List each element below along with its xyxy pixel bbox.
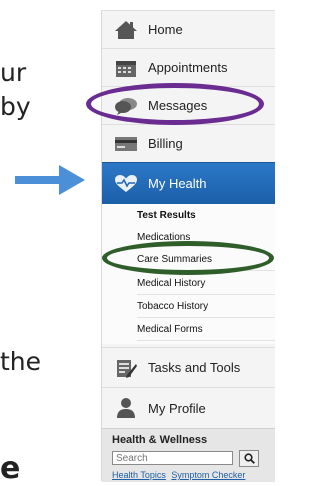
menu-item-label: My Profile: [148, 400, 206, 416]
link-symptom-checker[interactable]: Symptom Checker: [171, 470, 245, 480]
menu-item-tasks-and-tools[interactable]: Tasks and Tools: [102, 347, 275, 387]
menu-item-label: Appointments: [148, 60, 228, 75]
menu-item-label: Billing: [148, 136, 183, 151]
menu-item-label: Tasks and Tools: [148, 360, 241, 375]
menu-item-label: My Health: [148, 176, 207, 191]
pointer-arrow-icon: [15, 165, 85, 195]
menu-item-billing[interactable]: Billing: [102, 124, 275, 162]
clipboard-pen-icon: [112, 357, 140, 379]
tutorial-text-fragment: by: [0, 92, 31, 121]
menu-item-label: Messages: [148, 98, 208, 113]
submenu-item-medical-history[interactable]: Medical History: [137, 272, 275, 295]
tutorial-text-fragment: ur: [0, 58, 27, 87]
menu-item-my-profile[interactable]: My Profile: [102, 387, 275, 428]
health-links: Health Topics Symptom Checker: [112, 470, 248, 480]
health-search-input[interactable]: [112, 451, 233, 465]
sidebar-menu: Home Appointments Messages Billing My He…: [101, 10, 275, 482]
menu-item-label: Home: [148, 22, 183, 37]
health-wellness-panel: Health & Wellness Health Topics Symptom …: [102, 428, 275, 482]
health-wellness-title: Health & Wellness: [112, 434, 208, 446]
tutorial-text-fragment: e: [0, 451, 21, 486]
submenu-item-test-results[interactable]: Test Results: [137, 204, 275, 227]
calendar-icon: [112, 57, 140, 79]
credit-card-icon: [112, 133, 140, 155]
submenu-item-care-summaries[interactable]: Care Summaries: [137, 248, 275, 271]
menu-item-appointments[interactable]: Appointments: [102, 48, 275, 86]
menu-item-home[interactable]: Home: [102, 10, 275, 48]
home-icon: [112, 19, 140, 41]
person-icon: [112, 397, 140, 419]
link-health-topics[interactable]: Health Topics: [112, 470, 166, 480]
submenu-item-medications[interactable]: Medications: [137, 226, 275, 249]
search-button[interactable]: [239, 450, 259, 467]
search-icon: [243, 453, 255, 464]
tutorial-text-fragment: the: [0, 347, 42, 376]
heart-pulse-icon: [112, 173, 140, 195]
submenu-item-medical-forms[interactable]: Medical Forms: [137, 318, 275, 341]
menu-item-my-health[interactable]: My Health: [102, 162, 275, 204]
submenu-item-tobacco-history[interactable]: Tobacco History: [137, 295, 275, 318]
menu-item-messages[interactable]: Messages: [102, 86, 275, 124]
speech-bubble-icon: [112, 95, 140, 117]
